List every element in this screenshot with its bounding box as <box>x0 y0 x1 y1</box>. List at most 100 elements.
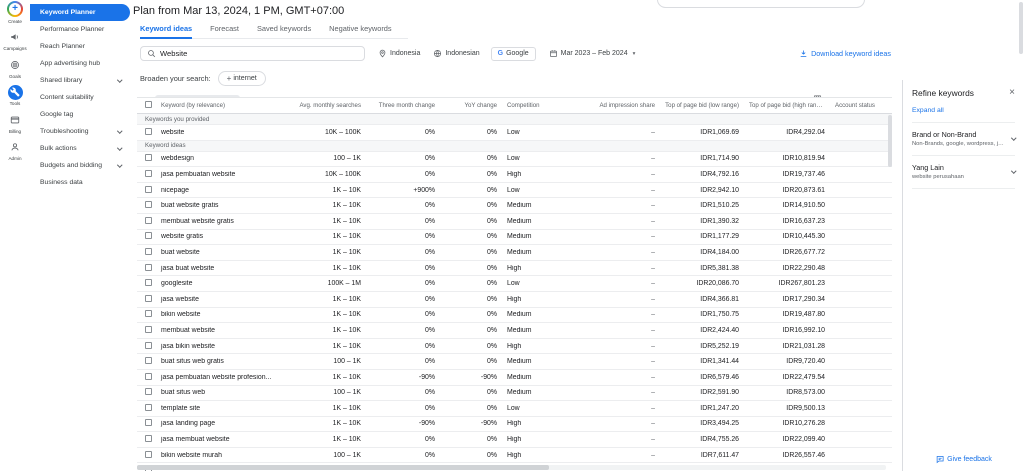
keyword-search-input[interactable] <box>160 49 358 58</box>
goals-icon <box>8 57 23 72</box>
column-header-account-status[interactable]: Account status <box>833 102 883 109</box>
download-keyword-ideas-button[interactable]: Download keyword ideas <box>799 49 891 58</box>
cell-avg-monthly-searches: 1K – 10K <box>285 265 369 272</box>
rail-item-billing[interactable]: Billing <box>0 112 30 134</box>
expand-all-link[interactable]: Expand all <box>912 107 1015 114</box>
cell-competition: Medium <box>505 389 575 396</box>
tab-negative-keywords[interactable]: Negative keywords <box>329 24 391 38</box>
location-pin-icon <box>378 49 387 58</box>
rail-item-campaigns[interactable]: Campaigns <box>0 30 30 52</box>
row-checkbox[interactable] <box>145 170 152 177</box>
refine-panel-title: Refine keywords <box>912 88 974 98</box>
column-header-yoy-change[interactable]: YoY change <box>443 102 505 109</box>
cell-ad-impression-share: – <box>575 420 663 427</box>
window-scrollbar[interactable] <box>1019 2 1023 54</box>
refine-groups: Brand or Non-BrandNon-Brands, google, wo… <box>912 122 1015 189</box>
sidebar-item-content-suitability[interactable]: Content suitability <box>30 89 130 106</box>
cell-ad-impression-share: – <box>575 218 663 225</box>
column-header-competition[interactable]: Competition <box>505 102 575 109</box>
table-row: buat website1K – 10K0%0%Medium–IDR4,184.… <box>137 245 892 261</box>
row-checkbox[interactable] <box>145 404 152 411</box>
sidebar-item-bulk-actions[interactable]: Bulk actions <box>30 140 130 157</box>
tab-saved-keywords[interactable]: Saved keywords <box>257 24 311 38</box>
row-checkbox[interactable] <box>145 232 152 239</box>
row-checkbox[interactable] <box>145 342 152 349</box>
cell-top-of-page-bid-low: IDR1,069.69 <box>663 129 747 136</box>
refine-group-yang-lain[interactable]: Yang Lainwebsite perusahaan <box>912 156 1015 189</box>
table-vertical-scrollbar[interactable] <box>888 115 892 463</box>
cell-top-of-page-bid-low: IDR3,494.25 <box>663 420 747 427</box>
sidebar-item-reach-planner[interactable]: Reach Planner <box>30 38 130 55</box>
column-header-keyword-by-relevance[interactable]: Keyword (by relevance) <box>159 102 285 109</box>
cell-avg-monthly-searches: 1K – 10K <box>285 249 369 256</box>
cell-avg-monthly-searches: 100K – 1M <box>285 280 369 287</box>
cell-avg-monthly-searches: 1K – 10K <box>285 202 369 209</box>
language-selector[interactable]: Indonesian <box>433 49 479 58</box>
row-checkbox[interactable] <box>145 419 152 426</box>
select-all-checkbox[interactable] <box>145 101 152 108</box>
cell-keyword: webdesign <box>159 155 285 162</box>
broaden-chip-label: internet <box>233 75 256 82</box>
cell-top-of-page-bid-high: IDR4,292.04 <box>747 129 833 136</box>
date-range-selector[interactable]: Mar 2023 – Feb 2024 ▾ <box>549 49 636 58</box>
cell-yoy-change: 0% <box>443 280 505 287</box>
row-checkbox[interactable] <box>145 279 152 286</box>
rail-item-label: Billing <box>9 129 21 134</box>
cell-top-of-page-bid-high: IDR9,720.40 <box>747 358 833 365</box>
rail-item-admin[interactable]: Admin <box>0 140 30 162</box>
cell-competition: High <box>505 420 575 427</box>
sidebar-item-google-tag[interactable]: Google tag <box>30 106 130 123</box>
row-checkbox[interactable] <box>145 310 152 317</box>
rail-item-create[interactable]: +Create <box>0 1 30 24</box>
row-checkbox[interactable] <box>145 264 152 271</box>
sidebar-item-performance-planner[interactable]: Performance Planner <box>30 21 130 38</box>
row-checkbox[interactable] <box>145 201 152 208</box>
row-checkbox[interactable] <box>145 451 152 458</box>
vertical-scrollbar-thumb[interactable] <box>888 115 892 167</box>
cell-top-of-page-bid-high: IDR19,487.80 <box>747 311 833 318</box>
cell-ad-impression-share: – <box>575 452 663 459</box>
row-checkbox[interactable] <box>145 357 152 364</box>
network-selector[interactable]: G Google <box>491 47 536 61</box>
close-icon[interactable]: × <box>1009 88 1015 98</box>
cell-yoy-change: 0% <box>443 171 505 178</box>
rail-item-tools[interactable]: Tools <box>0 85 30 107</box>
give-feedback-button[interactable]: Give feedback <box>935 455 992 464</box>
column-header-three-month-change[interactable]: Three month change <box>369 102 443 109</box>
main-content: Plan from Mar 13, 2024, 1 PM, GMT+07:00 … <box>130 0 894 471</box>
sidebar-item-troubleshooting[interactable]: Troubleshooting <box>30 123 130 140</box>
column-header-ad-impression-share[interactable]: Ad impression share <box>575 102 663 109</box>
cell-top-of-page-bid-high: IDR26,677.72 <box>747 249 833 256</box>
row-checkbox[interactable] <box>145 154 152 161</box>
location-selector[interactable]: Indonesia <box>378 49 420 58</box>
broaden-chip-internet[interactable]: + internet <box>218 71 266 86</box>
cell-three-month-change: 0% <box>369 296 443 303</box>
tab-forecast[interactable]: Forecast <box>210 24 239 38</box>
refine-group-brand-or-non-brand[interactable]: Brand or Non-BrandNon-Brands, google, wo… <box>912 123 1015 156</box>
row-checkbox[interactable] <box>145 248 152 255</box>
column-header-avg-monthly-searches[interactable]: Avg. monthly searches <box>285 102 369 109</box>
sidebar-item-budgets-and-bidding[interactable]: Budgets and bidding <box>30 157 130 174</box>
cell-ad-impression-share: – <box>575 155 663 162</box>
rail-item-goals[interactable]: Goals <box>0 57 30 79</box>
sidebar-item-app-advertising-hub[interactable]: App advertising hub <box>30 55 130 72</box>
table-row: buat website gratis1K – 10K0%0%Medium–ID… <box>137 198 892 214</box>
horizontal-scrollbar-thumb[interactable] <box>137 465 549 470</box>
row-checkbox[interactable] <box>145 435 152 442</box>
row-checkbox[interactable] <box>145 128 152 135</box>
row-checkbox[interactable] <box>145 326 152 333</box>
sidebar-item-keyword-planner[interactable]: Keyword Planner <box>30 4 130 21</box>
row-checkbox[interactable] <box>145 373 152 380</box>
table-horizontal-scrollbar[interactable] <box>137 465 886 470</box>
row-checkbox[interactable] <box>145 295 152 302</box>
sidebar-item-shared-library[interactable]: Shared library <box>30 72 130 89</box>
cell-top-of-page-bid-high: IDR22,099.40 <box>747 436 833 443</box>
row-checkbox[interactable] <box>145 186 152 193</box>
column-header-top-of-page-bid-high-range[interactable]: Top of page bid (high range) <box>747 102 833 109</box>
sidebar-item-business-data[interactable]: Business data <box>30 174 130 191</box>
tab-keyword-ideas[interactable]: Keyword ideas <box>140 24 192 39</box>
column-header-top-of-page-bid-low-range[interactable]: Top of page bid (low range) <box>663 102 747 109</box>
keyword-search-box[interactable] <box>140 46 365 61</box>
row-checkbox[interactable] <box>145 217 152 224</box>
row-checkbox[interactable] <box>145 388 152 395</box>
